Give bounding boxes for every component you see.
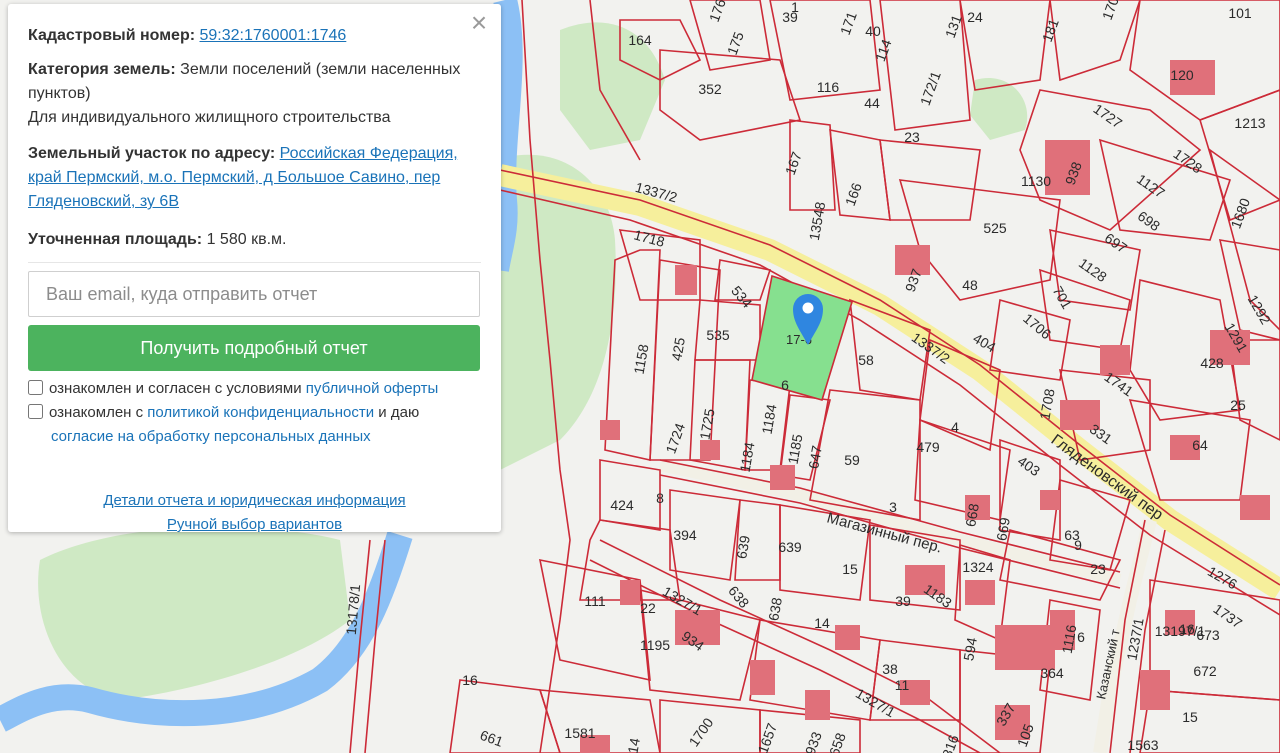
offer-text: ознакомлен и согласен с условиями — [49, 380, 306, 397]
parcel-number-label: 38 — [882, 661, 898, 677]
close-icon[interactable]: × — [467, 9, 491, 37]
parcel-number-label: 364 — [1040, 665, 1064, 681]
address-row: Земельный участок по адресу: Российская … — [28, 142, 481, 214]
permitted-use-value: Для индивидуального жилищного строительс… — [28, 109, 391, 126]
parcel-number-label: 14 — [814, 615, 830, 631]
parcel-number-label: 116 — [817, 79, 840, 95]
parcel-number-label: 1195 — [640, 637, 670, 653]
parcel-number-label: 64 — [1192, 437, 1208, 453]
offer-checkbox-row: ознакомлен и согласен с условиями публич… — [28, 377, 481, 401]
land-category-row: Категория земель: Земли поселений (земли… — [28, 58, 481, 130]
parcel-number-label: 23 — [1090, 561, 1106, 577]
privacy-middle-text: и даю — [374, 404, 420, 421]
parcel-number-label: 8 — [0, 0, 4, 3]
parcel-number-label: 23 — [904, 129, 920, 145]
parcel-number-label: 352 — [698, 81, 722, 97]
parcel-number-label: 4 — [951, 419, 959, 435]
parcel-number-label: 394 — [673, 527, 697, 543]
parcel-number-label: 15 — [1182, 709, 1198, 725]
parcel-number-label: 6 — [781, 377, 789, 393]
parcel-number-label: 24 — [967, 9, 983, 25]
parcel-number-label: 58 — [858, 352, 874, 368]
parcel-number-label: 13197/1 — [1155, 623, 1206, 639]
land-category-label: Категория земель: — [28, 61, 176, 78]
parcel-number-label: 6 — [1077, 629, 1085, 645]
public-offer-link[interactable]: публичной оферты — [306, 380, 439, 397]
parcel-number-label: 111 — [584, 593, 605, 609]
privacy-checkbox-row: ознакомлен с политикой конфиденциальност… — [28, 401, 481, 449]
privacy-text: ознакомлен с — [49, 404, 148, 421]
address-label: Земельный участок по адресу: — [28, 145, 276, 162]
parcel-number-label: 428 — [1200, 355, 1224, 371]
parcel-number-label: 15 — [842, 561, 858, 577]
parcel-number-label: 164 — [628, 32, 652, 48]
card-footer: Детали отчета и юридическая информация Р… — [28, 489, 481, 537]
parcel-number-label: 9 — [1074, 537, 1082, 553]
area-value: 1 580 кв.м. — [206, 231, 287, 248]
parcel-number-label: 639 — [778, 539, 802, 555]
parcel-number-label: 48 — [962, 277, 978, 293]
parcel-number-label: 16 — [462, 672, 478, 688]
get-report-button[interactable]: Получить подробный отчет — [28, 325, 480, 371]
parcel-number-label: 101 — [1228, 5, 1252, 21]
parcel-number-label: 3 — [889, 499, 897, 515]
cadastral-info-card: × Кадастровый номер: 59:32:1760001:1746 … — [8, 4, 501, 533]
cadastral-number-label: Кадастровый номер: — [28, 27, 196, 44]
parcel-number-label: 44 — [864, 95, 880, 111]
privacy-checkbox[interactable] — [28, 404, 43, 419]
parcel-number-label: 25 — [1230, 397, 1246, 413]
area-row: Уточненная площадь: 1 580 кв.м. — [28, 228, 481, 252]
parcel-number-label: 11 — [895, 677, 910, 693]
email-input[interactable] — [28, 271, 480, 317]
area-label: Уточненная площадь: — [28, 231, 203, 248]
parcel-number-label: 1563 — [1127, 737, 1158, 753]
personal-data-consent-link[interactable]: согласие на обработку персональных данны… — [51, 428, 371, 445]
parcel-number-label: 114 — [623, 737, 643, 753]
parcel-number-label: 59 — [844, 452, 860, 468]
parcel-number-label: 39 — [895, 593, 911, 609]
parcel-number-label: 525 — [983, 220, 1007, 236]
parcel-number-label: 672 — [1193, 663, 1217, 679]
parcel-number-label: 535 — [706, 327, 730, 343]
parcel-number-label: 424 — [610, 497, 634, 513]
parcel-number-label: 40 — [865, 23, 881, 39]
parcel-number-label: 1581 — [564, 725, 595, 741]
offer-checkbox[interactable] — [28, 380, 43, 395]
parcel-number-label: 1 — [791, 0, 799, 15]
parcel-number-label: 479 — [916, 439, 940, 455]
report-details-link[interactable]: Детали отчета и юридическая информация — [28, 489, 481, 513]
parcel-number-label: 1324 — [962, 559, 993, 575]
manual-selection-link[interactable]: Ручной выбор вариантов — [28, 513, 481, 537]
parcel-number-label: 22 — [640, 600, 656, 616]
cadastral-number-row: Кадастровый номер: 59:32:1760001:1746 — [28, 24, 481, 48]
parcel-number-label: 120 — [1170, 67, 1194, 83]
cadastral-number-link[interactable]: 59:32:1760001:1746 — [200, 27, 347, 44]
parcel-number-label: 8 — [656, 490, 664, 506]
privacy-policy-link[interactable]: политикой конфиденциальности — [147, 404, 374, 421]
parcel-number-label: 1130 — [1021, 173, 1051, 189]
divider — [28, 262, 481, 263]
parcel-number-label: 1213 — [1234, 115, 1265, 131]
